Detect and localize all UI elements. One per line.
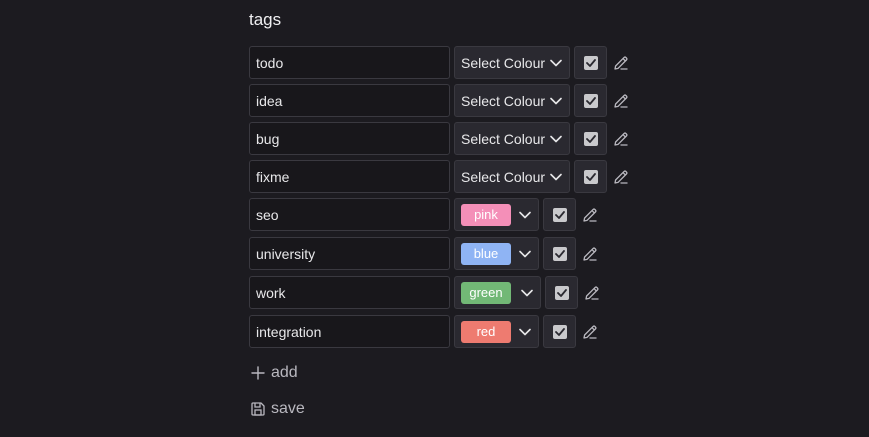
add-button[interactable]: add xyxy=(249,364,298,382)
checkmark-icon xyxy=(554,327,565,336)
tag-row: bug Select Colour xyxy=(249,122,630,155)
checkmark-icon xyxy=(585,58,596,67)
colour-select[interactable]: red xyxy=(454,315,539,348)
enabled-checkbox[interactable] xyxy=(583,131,598,146)
tag-row: university blue xyxy=(249,237,599,270)
add-button-label: add xyxy=(271,364,298,381)
tag-row: idea Select Colour xyxy=(249,84,630,117)
enabled-checkbox-cell xyxy=(545,276,578,309)
tag-name-input[interactable]: work xyxy=(249,276,450,309)
tag-row: fixme Select Colour xyxy=(249,160,630,193)
enabled-checkbox[interactable] xyxy=(583,93,598,108)
chevron-down-icon xyxy=(518,325,532,339)
chevron-down-icon xyxy=(549,56,563,70)
tag-name-input[interactable]: integration xyxy=(249,315,450,348)
pencil-icon[interactable] xyxy=(581,245,599,263)
colour-select[interactable]: Select Colour xyxy=(454,160,570,193)
colour-select[interactable]: Select Colour xyxy=(454,84,570,117)
colour-select-label: Select Colour xyxy=(461,92,546,109)
colour-chip: pink xyxy=(461,203,511,226)
checkmark-icon xyxy=(554,249,565,258)
colour-select-label: Select Colour xyxy=(461,168,546,185)
colour-select-label: Select Colour xyxy=(461,130,546,147)
checkmark-icon xyxy=(554,210,565,219)
enabled-checkbox[interactable] xyxy=(554,285,569,300)
tag-name-input[interactable]: seo xyxy=(249,198,450,231)
tag-name-input[interactable]: university xyxy=(249,237,450,270)
colour-select-label: Select Colour xyxy=(461,54,546,71)
save-button[interactable]: save xyxy=(249,400,305,418)
tag-row: work green xyxy=(249,276,601,309)
save-button-label: save xyxy=(271,400,305,417)
enabled-checkbox-cell xyxy=(574,122,607,155)
colour-chip: green xyxy=(461,281,511,304)
chevron-down-icon xyxy=(518,208,532,222)
pencil-icon[interactable] xyxy=(612,168,630,186)
checkmark-icon xyxy=(585,172,596,181)
pencil-icon[interactable] xyxy=(581,206,599,224)
enabled-checkbox[interactable] xyxy=(552,207,567,222)
pencil-icon[interactable] xyxy=(612,54,630,72)
enabled-checkbox-cell xyxy=(574,84,607,117)
enabled-checkbox-cell xyxy=(543,237,576,270)
section-title: tags xyxy=(249,10,282,29)
enabled-checkbox-cell xyxy=(543,198,576,231)
enabled-checkbox[interactable] xyxy=(552,324,567,339)
tag-name-input[interactable]: idea xyxy=(249,84,450,117)
colour-select[interactable]: green xyxy=(454,276,541,309)
colour-chip: red xyxy=(461,320,511,343)
tag-name-input[interactable]: fixme xyxy=(249,160,450,193)
tag-row: todo Select Colour xyxy=(249,46,630,79)
enabled-checkbox[interactable] xyxy=(583,55,598,70)
pencil-icon[interactable] xyxy=(583,284,601,302)
colour-select[interactable]: blue xyxy=(454,237,539,270)
pencil-icon[interactable] xyxy=(612,130,630,148)
chevron-down-icon xyxy=(549,94,563,108)
tag-row: seo pink xyxy=(249,198,599,231)
checkmark-icon xyxy=(556,288,567,297)
enabled-checkbox-cell xyxy=(543,315,576,348)
chevron-down-icon xyxy=(518,247,532,261)
checkmark-icon xyxy=(585,96,596,105)
colour-select[interactable]: Select Colour xyxy=(454,122,570,155)
enabled-checkbox-cell xyxy=(574,46,607,79)
floppy-disk-icon xyxy=(249,400,267,418)
pencil-icon[interactable] xyxy=(612,92,630,110)
pencil-icon[interactable] xyxy=(581,323,599,341)
chevron-down-icon xyxy=(520,286,534,300)
chevron-down-icon xyxy=(549,132,563,146)
enabled-checkbox-cell xyxy=(574,160,607,193)
tag-name-input[interactable]: bug xyxy=(249,122,450,155)
tag-row: integration red xyxy=(249,315,599,348)
enabled-checkbox[interactable] xyxy=(552,246,567,261)
chevron-down-icon xyxy=(549,170,563,184)
colour-chip: blue xyxy=(461,242,511,265)
tag-name-input[interactable]: todo xyxy=(249,46,450,79)
plus-icon xyxy=(249,364,267,382)
colour-select[interactable]: Select Colour xyxy=(454,46,570,79)
colour-select[interactable]: pink xyxy=(454,198,539,231)
checkmark-icon xyxy=(585,134,596,143)
enabled-checkbox[interactable] xyxy=(583,169,598,184)
